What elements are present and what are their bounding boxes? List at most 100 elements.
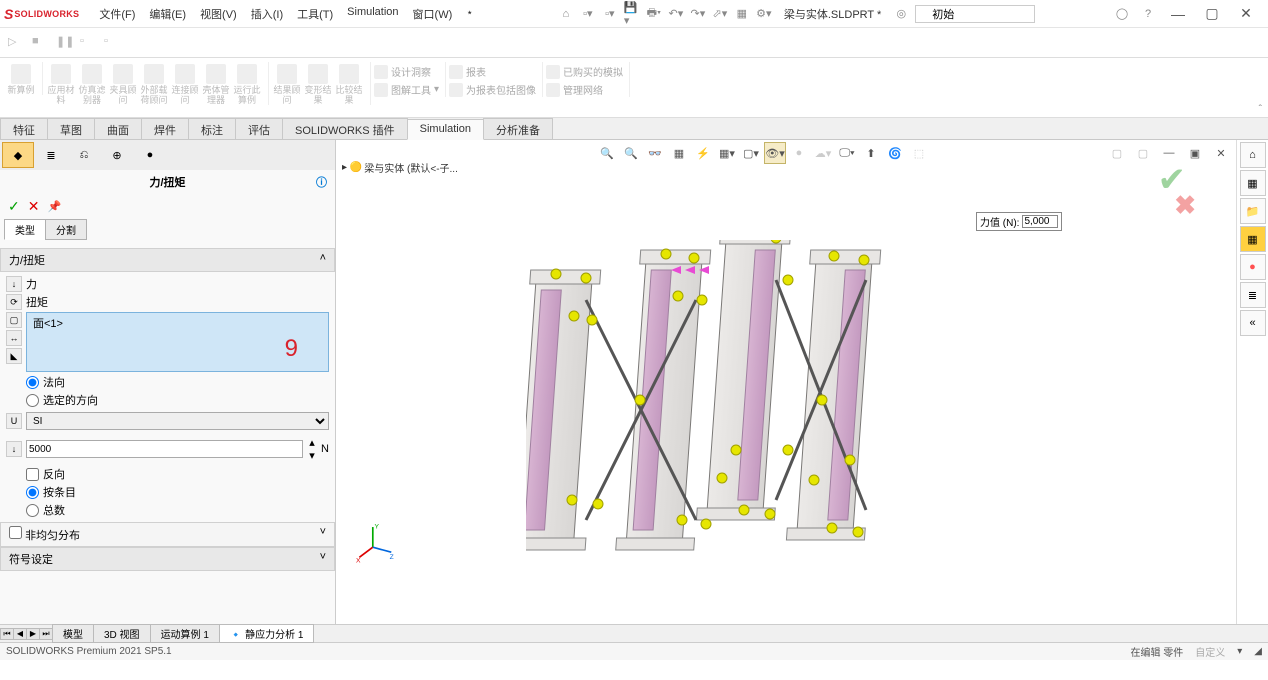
ribbon-collapse-icon[interactable]: ˆ [1259,104,1262,115]
checkbox-reverse[interactable] [26,468,39,481]
confirm-cancel-icon[interactable]: ✕ [28,198,40,215]
menu-edit[interactable]: 编辑(E) [143,3,192,25]
menu-more[interactable]: ⋆ [460,3,479,25]
print-icon[interactable]: 🖶▾ [646,6,662,22]
search-target-icon[interactable]: ◎ [893,6,909,22]
section-view-icon[interactable]: ▦ [668,142,690,164]
configuration-tab-icon[interactable]: ⎌ [68,142,100,168]
unit-system-select[interactable]: SI [26,412,329,430]
taskpane-appearances-icon[interactable]: ● [1240,254,1266,280]
compare-result-button[interactable]: 比较结果 [334,62,364,105]
appearance-icon[interactable]: ● [788,142,810,164]
prev-view-icon[interactable]: 👓 [644,142,666,164]
design-insight-button[interactable]: 设计洞察 [374,64,439,79]
confirm-pin-icon[interactable]: 📌 [47,200,61,213]
stop-icon[interactable]: ■ [32,35,48,51]
bottom-tab-motion-study[interactable]: 运动算例 1 [150,624,220,643]
taskpane-home-icon[interactable]: ⌂ [1240,142,1266,168]
force-value-input[interactable] [26,440,303,458]
toggle-unknown-icon[interactable]: ⬚ [908,142,930,164]
panel-info-icon[interactable]: ⓘ [316,174,327,190]
menu-simulation[interactable]: Simulation [341,3,404,25]
selection-mode-vertex-icon[interactable]: ◣ [6,348,22,364]
torque-icon[interactable]: ⟳ [6,294,22,310]
tab-surface[interactable]: 曲面 [94,118,142,139]
run-study-button[interactable]: 运行此算例 [232,62,262,105]
bottom-tab-3d-view[interactable]: 3D 视图 [93,624,151,643]
tab-solidworks-addins[interactable]: SOLIDWORKS 插件 [282,118,408,139]
pause-icon[interactable]: ❚❚ [56,35,72,51]
zoom-area-icon[interactable]: 🔍 [620,142,642,164]
graphics-viewport[interactable]: ▸ 🟡 梁与实体 (默认<-子... 🔍 🔍 👓 ▦ ⚡ ▦▾ ▢▾ 👁▾ ● … [336,140,1236,624]
taskpane-library-icon[interactable]: 📁 [1240,198,1266,224]
purchased-sim-button[interactable]: 已购买的模拟 [546,64,623,79]
vp-split-icon[interactable]: ▢ [1132,142,1154,164]
force-callout-value[interactable] [1022,215,1058,228]
play-icon[interactable]: ▷ [8,35,24,51]
menu-file[interactable]: 文件(F) [93,3,141,25]
render-icon[interactable]: 🖵▾ [836,142,858,164]
minimize-button[interactable]: — [1166,5,1190,23]
view-triad-icon[interactable]: Y X Z [356,522,398,564]
new-doc-icon[interactable]: ▫▾ [580,6,596,22]
dynamic-annot-icon[interactable]: ⚡ [692,142,714,164]
status-resize-grip-icon[interactable]: ◢ [1254,646,1262,657]
selection-box[interactable]: 面<1> 9 [26,312,329,372]
taskpane-custom-props-icon[interactable]: ≣ [1240,282,1266,308]
section-symbol-settings[interactable]: 符号设定˅ [0,547,335,571]
menu-view[interactable]: 视图(V) [194,3,243,25]
radio-per-item[interactable] [26,486,39,499]
new-study-button[interactable]: 新算例 [6,62,36,95]
menu-tools[interactable]: 工具(T) [291,3,339,25]
confirm-ok-icon[interactable]: ✓ [8,198,20,215]
connection-advisor-button[interactable]: 连接顾问 [170,62,200,105]
section-force-torque[interactable]: 力/扭矩˄ [0,248,335,272]
nav-prev-icon[interactable]: ◀ [13,628,27,640]
selection-mode-face-icon[interactable]: ▢ [6,312,22,328]
rebuild-icon[interactable]: ▦ [734,6,750,22]
nav-last-icon[interactable]: ⏭ [39,628,53,640]
radio-total[interactable] [26,504,39,517]
include-image-report-button[interactable]: 为报表包括图像 [449,82,536,97]
subtab-split[interactable]: 分割 [45,219,87,240]
spin-buttons[interactable]: ▴▾ [307,436,317,462]
home-icon[interactable]: ⌂ [558,6,574,22]
nav-next-icon[interactable]: ▶ [26,628,40,640]
tab-weldment[interactable]: 焊件 [141,118,189,139]
view-setting-icon[interactable]: ⬆ [860,142,882,164]
scene-icon[interactable]: ☁▾ [812,142,834,164]
result-advisor-button[interactable]: 结果顾问 [272,62,302,105]
undo-icon[interactable]: ↶▾ [668,6,684,22]
apply-material-button[interactable]: 应用材料 [46,62,76,105]
bottom-tab-static-study[interactable]: 🔹 静应力分析 1 [219,624,315,643]
tab-analysis-prep[interactable]: 分析准备 [483,118,553,139]
selection-mode-edge-icon[interactable]: ↔ [6,330,22,346]
taskpane-resources-icon[interactable]: ▦ [1240,170,1266,196]
bottom-tab-model[interactable]: 模型 [52,624,94,643]
options-icon[interactable]: ⚙▾ [756,6,772,22]
subtab-type[interactable]: 类型 [4,219,46,240]
toggle-camera-icon[interactable]: 🌀 [884,142,906,164]
tab-annotate[interactable]: 标注 [188,118,236,139]
radio-normal[interactable] [26,376,39,389]
account-icon[interactable]: ◯ [1114,6,1130,22]
image-tools-button[interactable]: 图解工具 ▾ [374,82,439,97]
tab-simulation[interactable]: Simulation [407,119,484,140]
tab-evaluate[interactable]: 评估 [235,118,283,139]
menu-insert[interactable]: 插入(I) [245,3,289,25]
deformed-result-button[interactable]: 变形结果 [303,62,333,105]
force-callout[interactable]: 力值 (N): [976,212,1062,231]
record-icon[interactable]: ▫ [104,35,120,51]
help-icon[interactable]: ? [1140,6,1156,22]
status-custom[interactable]: 自定义 [1195,644,1225,659]
force-icon[interactable]: ↓ [6,276,22,292]
close-button[interactable]: ✕ [1234,5,1258,23]
maximize-button[interactable]: ▢ [1200,5,1224,23]
step-icon[interactable]: ▫ [80,35,96,51]
fixture-advisor-button[interactable]: 夹具顾问 [108,62,138,105]
tab-sketch[interactable]: 草图 [47,118,95,139]
display-style-icon[interactable]: ▢▾ [740,142,762,164]
checkbox-nonuniform[interactable] [9,526,22,539]
feature-tree-stub[interactable]: ▸ 🟡 梁与实体 (默认<-子... [342,160,458,175]
vp-close-icon[interactable]: ✕ [1210,142,1232,164]
